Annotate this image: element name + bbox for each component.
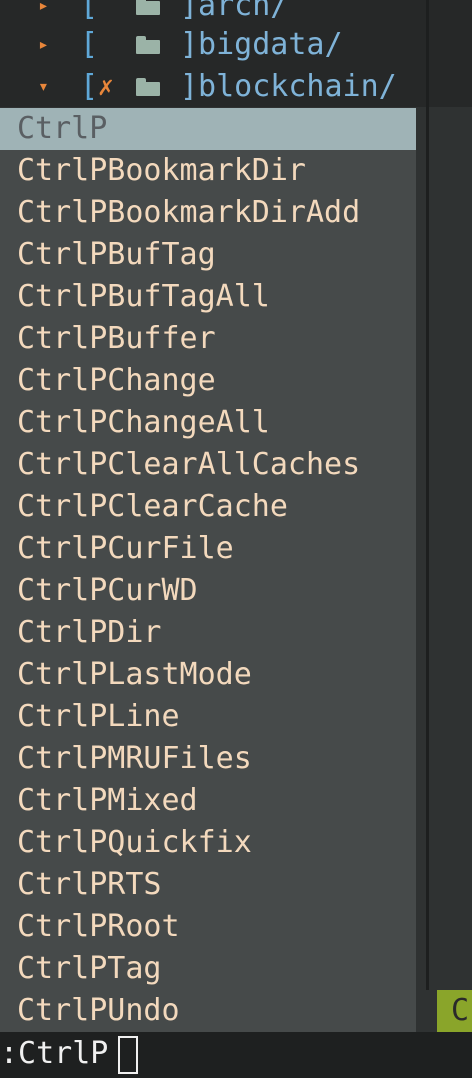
right-pane bbox=[430, 108, 472, 990]
window-split-divider[interactable] bbox=[426, 0, 429, 990]
triangle-right-icon: ▸ bbox=[38, 0, 49, 16]
triangle-down-icon: ▾ bbox=[38, 76, 49, 97]
popup-item[interactable]: CtrlPUndo bbox=[0, 990, 416, 1032]
popup-item[interactable]: CtrlPQuickfix bbox=[0, 822, 416, 864]
popup-item[interactable]: CtrlPRTS bbox=[0, 864, 416, 906]
tree-dir-name: ]bigdata/ bbox=[180, 27, 343, 62]
popup-item[interactable]: CtrlPTag bbox=[0, 948, 416, 990]
popup-item[interactable]: CtrlPBookmarkDirAdd bbox=[0, 192, 416, 234]
x-mark-icon: ✗ bbox=[98, 72, 114, 102]
popup-item[interactable]: CtrlPBuffer bbox=[0, 318, 416, 360]
folder-icon bbox=[136, 78, 160, 96]
statusline-mode-chip: C bbox=[437, 990, 472, 1032]
popup-item[interactable]: CtrlPCurFile bbox=[0, 528, 416, 570]
popup-item[interactable]: CtrlPMixed bbox=[0, 780, 416, 822]
file-tree: ▸ [ ]arch/ ▸ [ ]bigdata/ ▾ [ ✗ ]blockcha… bbox=[0, 0, 472, 107]
popup-item[interactable]: CtrlPLastMode bbox=[0, 654, 416, 696]
popup-item[interactable]: CtrlPBookmarkDir bbox=[0, 150, 416, 192]
popup-item[interactable]: CtrlPLine bbox=[0, 696, 416, 738]
popup-item[interactable]: CtrlPDir bbox=[0, 612, 416, 654]
folder-icon bbox=[136, 36, 160, 54]
popup-item[interactable]: CtrlPChangeAll bbox=[0, 402, 416, 444]
completion-popup-menu: CtrlP CtrlPBookmarkDir CtrlPBookmarkDirA… bbox=[0, 108, 416, 1032]
tree-dir-name: ]blockchain/ bbox=[180, 69, 397, 104]
tree-dir-name: ]arch/ bbox=[180, 0, 289, 23]
folder-icon bbox=[136, 0, 160, 15]
popup-item-selected[interactable]: CtrlP bbox=[0, 108, 416, 150]
triangle-right-icon: ▸ bbox=[38, 34, 49, 55]
tree-bracket: [ bbox=[80, 0, 99, 23]
text-cursor bbox=[118, 1036, 138, 1074]
popup-item[interactable]: CtrlPBufTag bbox=[0, 234, 416, 276]
popup-item[interactable]: CtrlPRoot bbox=[0, 906, 416, 948]
popup-item[interactable]: CtrlPBufTagAll bbox=[0, 276, 416, 318]
command-line[interactable]: :CtrlP bbox=[0, 1032, 472, 1078]
popup-item[interactable]: CtrlPCurWD bbox=[0, 570, 416, 612]
popup-item[interactable]: CtrlPClearAllCaches bbox=[0, 444, 416, 486]
popup-item[interactable]: CtrlPChange bbox=[0, 360, 416, 402]
popup-item[interactable]: CtrlPClearCache bbox=[0, 486, 416, 528]
vim-window: ▸ [ ]arch/ ▸ [ ]bigdata/ ▾ [ ✗ ]blockcha… bbox=[0, 0, 472, 1078]
popup-item[interactable]: CtrlPMRUFiles bbox=[0, 738, 416, 780]
tree-bracket: [ bbox=[80, 69, 99, 104]
command-line-text: :CtrlP bbox=[0, 1036, 109, 1071]
tree-bracket: [ bbox=[80, 27, 99, 62]
